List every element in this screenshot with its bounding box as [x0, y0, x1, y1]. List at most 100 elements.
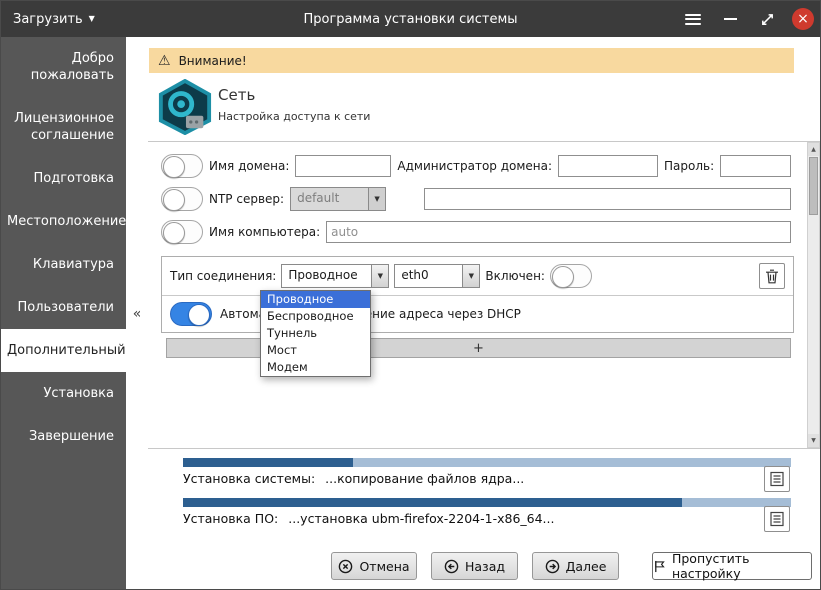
- sidebar-item[interactable]: Добро пожаловать: [1, 37, 126, 97]
- minimize-button[interactable]: [718, 7, 742, 31]
- interface-dropdown[interactable]: eth0 ▼: [394, 264, 480, 288]
- page-subtitle: Настройка доступа к сети: [218, 110, 370, 123]
- load-menu-button[interactable]: Загрузить ▼: [13, 1, 95, 37]
- domain-toggle[interactable]: [161, 154, 203, 178]
- network-module-logo: [156, 79, 214, 135]
- delete-connection-button[interactable]: [759, 263, 785, 289]
- ntp-toggle[interactable]: [161, 187, 203, 211]
- menu-button[interactable]: [681, 7, 705, 31]
- dropdown-option[interactable]: Туннель: [261, 325, 370, 342]
- skip-configuration-button[interactable]: Пропустить настройку: [652, 552, 812, 580]
- minimize-icon: [724, 18, 737, 20]
- system-log-button[interactable]: [764, 466, 790, 492]
- ntp-server-combo[interactable]: default ▼: [290, 187, 386, 211]
- system-progress-status: ...копирование файлов ядра...: [325, 471, 524, 486]
- close-icon: ×: [797, 11, 809, 27]
- expand-icon: [760, 12, 775, 27]
- hamburger-icon: [685, 11, 701, 27]
- scroll-down-button[interactable]: ▼: [808, 434, 819, 447]
- next-button[interactable]: Далее: [532, 552, 619, 580]
- software-progress-status: ...установка ubm-firefox-2204-1-x86_64..…: [288, 511, 554, 526]
- scroll-down-icon: ▼: [811, 437, 816, 444]
- page-title: Сеть: [218, 86, 255, 104]
- ntp-server-value: default: [291, 188, 368, 210]
- scrollbar-thumb[interactable]: [809, 157, 818, 215]
- connection-type-dropdown[interactable]: Проводное ▼: [281, 264, 389, 288]
- connection-settings-row: Тип соединения: Проводное ▼ eth0 ▼ Включ…: [162, 257, 793, 295]
- sidebar-item[interactable]: Установка: [1, 372, 126, 415]
- chevron-down-icon: ▼: [89, 15, 95, 23]
- next-circle-icon: [545, 559, 560, 574]
- main-panel: ⚠ Внимание! Сеть Настройка доступа к сет…: [148, 37, 821, 590]
- sidebar-item[interactable]: Лицензионное соглашение: [1, 97, 126, 157]
- hostname-toggle[interactable]: [161, 220, 203, 244]
- installer-window: Загрузить ▼ Программа установки системы …: [0, 0, 821, 590]
- software-log-button[interactable]: [764, 506, 790, 532]
- domain-name-label: Имя домена:: [209, 159, 289, 173]
- domain-admin-label: Администратор домена:: [397, 159, 552, 173]
- sidebar-item[interactable]: Дополнительный: [1, 329, 126, 372]
- ntp-custom-input[interactable]: [424, 188, 791, 210]
- sidebar-item[interactable]: Подготовка: [1, 157, 126, 200]
- chevron-down-icon: ▼: [368, 188, 385, 210]
- bottom-divider: [148, 448, 821, 449]
- connection-group: Тип соединения: Проводное ▼ eth0 ▼ Включ…: [161, 256, 794, 333]
- password-input[interactable]: [720, 155, 791, 177]
- domain-name-input[interactable]: [295, 155, 391, 177]
- scroll-up-button[interactable]: ▲: [808, 143, 819, 156]
- log-icon: [769, 511, 785, 527]
- trash-icon: [765, 269, 779, 284]
- system-progress-fill: [183, 458, 353, 467]
- system-progress-bar: [183, 458, 791, 467]
- dropdown-option[interactable]: Беспроводное: [261, 308, 370, 325]
- dropdown-option[interactable]: Модем: [261, 359, 370, 376]
- skip-label: Пропустить настройку: [672, 551, 811, 581]
- chevron-down-icon: ▼: [371, 265, 388, 287]
- software-progress-label: Установка ПО:: [183, 511, 278, 526]
- sidebar-item[interactable]: Местоположение: [1, 200, 126, 243]
- sidebar-item[interactable]: Клавиатура: [1, 243, 126, 286]
- dhcp-row: Автоматическое получение адреса через DH…: [162, 295, 793, 332]
- hostname-label: Имя компьютера:: [209, 225, 320, 239]
- interface-value: eth0: [395, 265, 462, 287]
- cancel-circle-icon: [338, 559, 353, 574]
- header-divider: [148, 141, 821, 142]
- connection-type-popup: ПроводноеБеспроводноеТуннельМостМодем: [260, 290, 371, 377]
- sidebar-item[interactable]: Пользователи: [1, 286, 126, 329]
- domain-admin-input[interactable]: [558, 155, 658, 177]
- log-icon: [769, 471, 785, 487]
- sidebar-collapse-handle[interactable]: «: [126, 37, 148, 590]
- warning-text: Внимание!: [179, 54, 247, 68]
- sidebar-item[interactable]: Завершение: [1, 415, 126, 458]
- cancel-button[interactable]: Отмена: [331, 552, 417, 580]
- software-progress-bar: [183, 498, 791, 507]
- window-controls: ×: [681, 1, 814, 37]
- software-progress-text: Установка ПО: ...установка ubm-firefox-2…: [183, 511, 554, 526]
- connection-enabled-toggle[interactable]: [550, 264, 592, 288]
- domain-row: Имя домена: Администратор домена: Пароль…: [161, 153, 791, 179]
- warning-icon: ⚠: [158, 54, 171, 68]
- close-button[interactable]: ×: [792, 8, 814, 30]
- cancel-label: Отмена: [359, 559, 409, 574]
- dropdown-option[interactable]: Мост: [261, 342, 370, 359]
- back-circle-icon: [444, 559, 459, 574]
- warning-banner: ⚠ Внимание!: [149, 48, 794, 73]
- system-progress-label: Установка системы:: [183, 471, 315, 486]
- sidebar-nav: Добро пожаловатьЛицензионное соглашениеП…: [1, 37, 126, 590]
- password-label: Пароль:: [664, 159, 714, 173]
- ntp-label: NTP сервер:: [209, 192, 284, 206]
- hostname-input[interactable]: [326, 221, 791, 243]
- add-connection-label: +: [473, 341, 484, 356]
- back-button[interactable]: Назад: [431, 552, 518, 580]
- next-label: Далее: [566, 559, 607, 574]
- load-menu-label: Загрузить: [13, 12, 83, 27]
- chevron-down-icon: ▼: [462, 265, 479, 287]
- system-progress-text: Установка системы: ...копирование файлов…: [183, 471, 524, 486]
- dhcp-toggle[interactable]: [170, 302, 212, 326]
- ntp-row: NTP сервер: default ▼: [161, 186, 791, 212]
- flag-icon: [653, 559, 666, 574]
- dropdown-option[interactable]: Проводное: [261, 291, 370, 308]
- maximize-button[interactable]: [755, 7, 779, 31]
- software-progress-fill: [183, 498, 682, 507]
- form-scrollbar[interactable]: ▲ ▼: [807, 142, 820, 448]
